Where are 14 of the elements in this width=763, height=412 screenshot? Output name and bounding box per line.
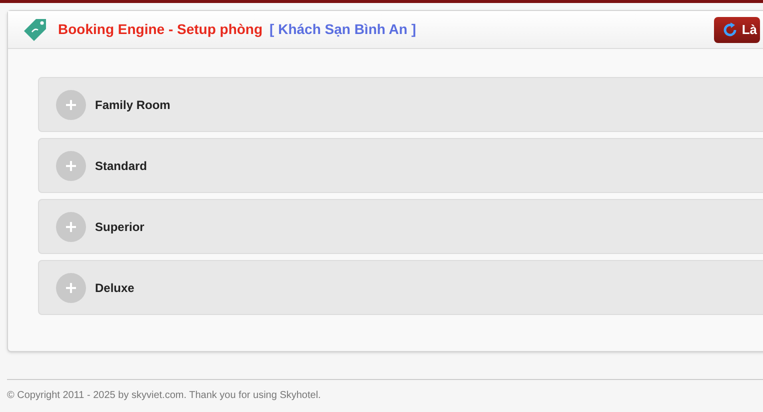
room-name: Standard [95,158,148,174]
room-row[interactable]: Standard [38,138,763,193]
room-name: Family Room [95,96,170,114]
refresh-button[interactable]: Là [714,16,760,42]
room-name: Superior [95,218,144,236]
room-row[interactable]: Family Room [38,77,763,132]
room-row[interactable]: Deluxe [38,260,763,315]
refresh-icon [722,22,738,38]
copyright-text: © Copyright 2011 - 2025 by skyviet.com. Thank you for using Skyhotel. [7,389,322,403]
price-tag-icon [22,16,48,42]
room-row[interactable]: Superior [38,199,763,254]
room-name: Deluxe [95,280,134,296]
page-title: Booking Engine - Setup phòng [58,20,263,39]
hotel-name: [ Khách Sạn Bình An ] [270,20,416,39]
